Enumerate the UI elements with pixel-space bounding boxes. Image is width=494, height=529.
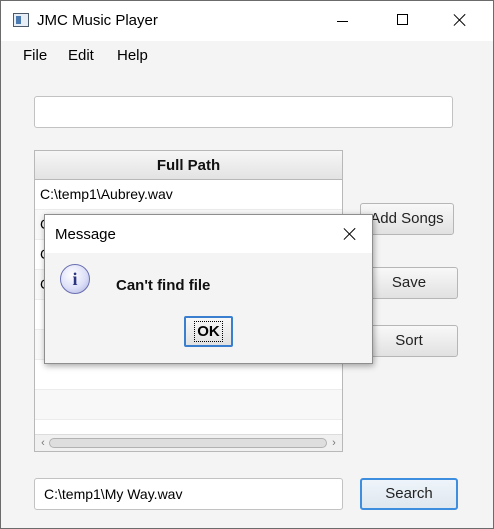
scrollbar-thumb[interactable] [49, 438, 327, 448]
menu-help[interactable]: Help [117, 47, 148, 64]
close-button[interactable] [437, 1, 483, 41]
ok-button[interactable]: OK [184, 316, 233, 347]
dialog-title: Message [55, 226, 116, 243]
horizontal-scrollbar[interactable]: ‹ › [35, 434, 342, 451]
close-icon [344, 228, 356, 240]
table-row[interactable] [35, 390, 342, 420]
dialog-close-button[interactable] [333, 221, 367, 247]
chevron-right-icon[interactable]: › [328, 436, 340, 450]
close-icon [454, 14, 466, 26]
window-title: JMC Music Player [37, 12, 158, 29]
table-row[interactable]: C:\temp1\Aubrey.wav [35, 180, 342, 210]
menu-file[interactable]: File [23, 47, 47, 64]
app-icon [13, 13, 29, 27]
info-icon: i [60, 264, 90, 294]
dialog-title-bar[interactable]: Message [45, 215, 372, 253]
minimize-button[interactable] [319, 1, 365, 41]
menu-edit[interactable]: Edit [68, 47, 94, 64]
ok-button-label: OK [194, 321, 223, 342]
maximize-button[interactable] [379, 1, 425, 41]
dialog-message: Can't find file [116, 277, 211, 294]
title-bar[interactable]: JMC Music Player [1, 1, 493, 41]
path-input[interactable] [34, 96, 453, 128]
table-row[interactable] [35, 360, 342, 390]
chevron-left-icon[interactable]: ‹ [37, 436, 49, 450]
message-dialog: Message i Can't find file OK [44, 214, 373, 364]
menu-bar: File Edit Help [1, 41, 493, 69]
search-input[interactable]: C:\temp1\My Way.wav [34, 478, 343, 510]
add-songs-button[interactable]: Add Songs [360, 203, 454, 235]
save-button[interactable]: Save [360, 267, 458, 299]
search-button[interactable]: Search [360, 478, 458, 510]
sort-button[interactable]: Sort [360, 325, 458, 357]
column-header-full-path[interactable]: Full Path [35, 151, 342, 180]
